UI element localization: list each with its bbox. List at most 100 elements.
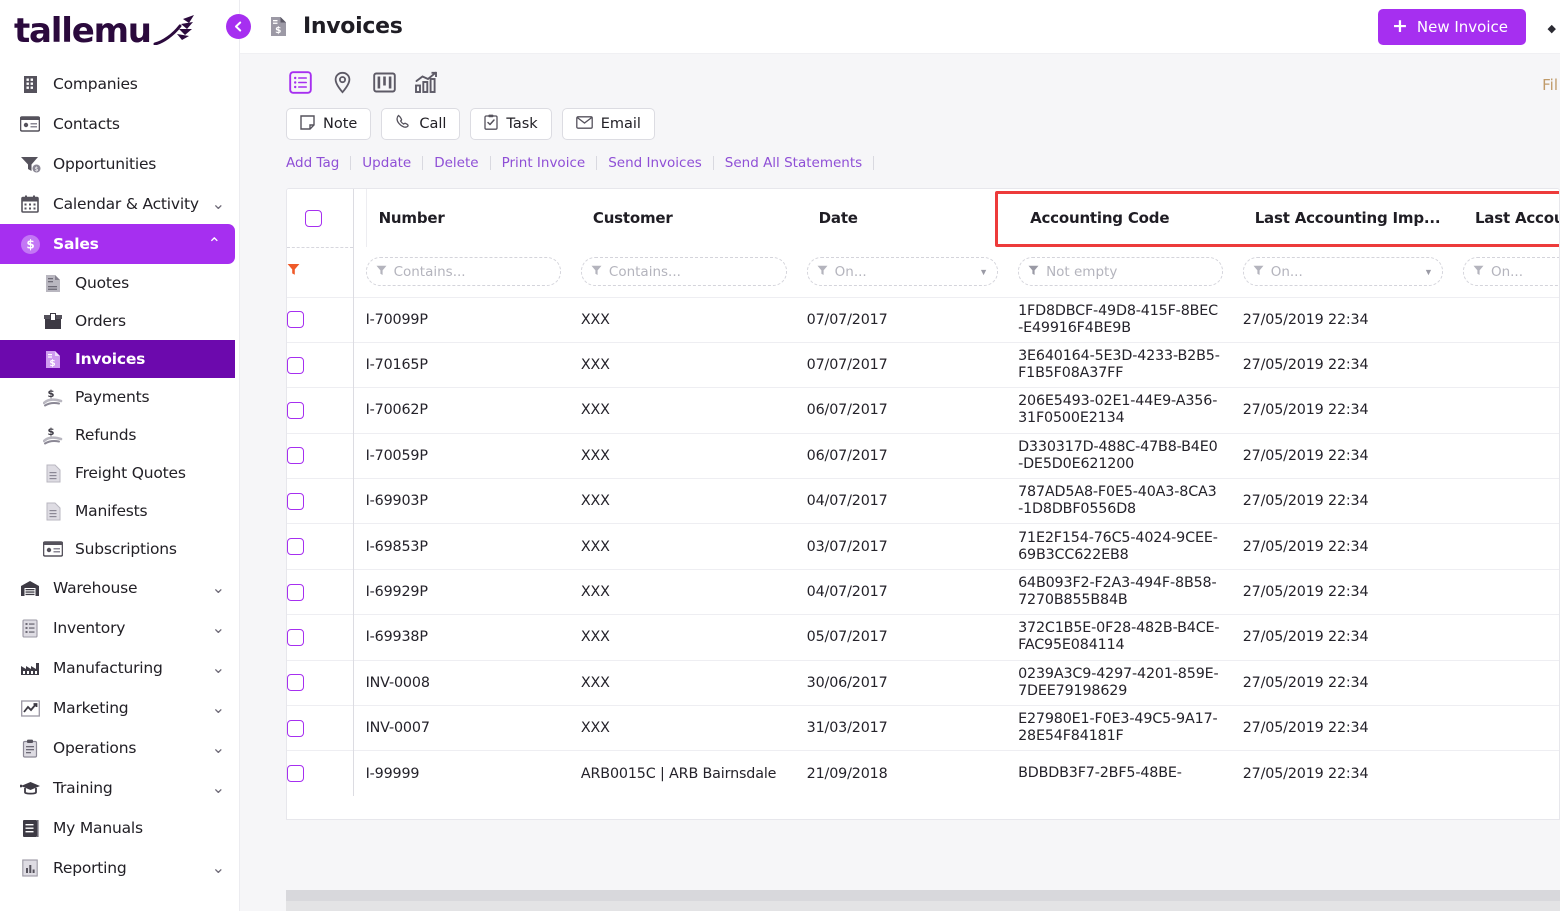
row-checkbox[interactable] xyxy=(287,583,304,601)
table-row[interactable]: I-70165P XXX 07/07/2017 3E640164-5E3D-4233-… xyxy=(287,341,1559,388)
task-button[interactable]: Task xyxy=(470,108,552,140)
chevron-down-icon[interactable]: ⌄ xyxy=(212,578,225,598)
row-select-cell[interactable] xyxy=(287,659,354,706)
sidebar-item-quotes[interactable]: Quotes xyxy=(0,264,239,302)
chevron-down-icon[interactable]: ⌄ xyxy=(212,858,225,878)
column-header-customer[interactable]: Customer xyxy=(568,189,795,247)
filter-input-customer[interactable]: Contains... xyxy=(580,257,787,287)
row-checkbox[interactable] xyxy=(287,538,304,556)
link-print-invoice[interactable]: Print Invoice xyxy=(491,155,597,171)
sidebar-item-invoices[interactable]: $ Invoices xyxy=(0,340,235,378)
link-send-invoices[interactable]: Send Invoices xyxy=(597,155,713,171)
row-checkbox[interactable] xyxy=(287,492,304,510)
sidebar-item-calendar-activity[interactable]: Calendar & Activity ⌄ xyxy=(0,184,239,224)
chevron-down-icon[interactable]: ⌄ xyxy=(212,194,225,214)
sidebar-item-companies[interactable]: Companies xyxy=(0,64,239,104)
filter-cell-last-accounting-import[interactable]: On... ▼ xyxy=(1230,247,1451,297)
filter-cell-last-accounting-export[interactable]: On... ▼ xyxy=(1450,247,1559,297)
sidebar-item-freight-quotes[interactable]: Freight Quotes xyxy=(0,454,239,492)
table-row[interactable]: I-70059P XXX 06/07/2017 D330317D-488C-47B8-… xyxy=(287,432,1559,479)
chevron-up-icon[interactable]: ⌃ xyxy=(208,234,221,254)
row-checkbox[interactable] xyxy=(287,674,304,692)
row-select-cell[interactable] xyxy=(287,568,354,615)
sidebar-item-refunds[interactable]: $ Refunds xyxy=(0,416,239,454)
sidebar-item-reporting[interactable]: Reporting ⌄ xyxy=(0,848,239,888)
column-header-last-accounting-import[interactable]: Last Accounting Imp... xyxy=(1230,189,1451,247)
row-select-cell[interactable] xyxy=(287,750,354,797)
row-checkbox[interactable] xyxy=(287,447,304,465)
call-button[interactable]: Call xyxy=(381,108,461,140)
brand-logo[interactable]: tallemu xyxy=(0,0,239,56)
column-header-number[interactable]: Number xyxy=(353,189,569,247)
table-row[interactable]: I-69853P XXX 03/07/2017 71E2F154-76C5-4024-… xyxy=(287,523,1559,570)
filter-input-last-accounting-import[interactable]: On... ▼ xyxy=(1242,257,1443,287)
filter-toggle-cell[interactable] xyxy=(287,247,354,297)
chevron-down-icon[interactable]: ⌄ xyxy=(212,658,225,678)
chevron-down-icon[interactable]: ▼ xyxy=(1424,267,1433,277)
kanban-view-icon[interactable] xyxy=(370,68,398,96)
table-row[interactable]: I-70099P XXX 07/07/2017 1FD8DBCF-49D8-415F-… xyxy=(287,296,1559,343)
sidebar-item-manifests[interactable]: Manifests xyxy=(0,492,239,530)
sidebar-item-my-manuals[interactable]: My Manuals xyxy=(0,808,239,848)
filter-cell-date[interactable]: On... ▼ xyxy=(794,247,1007,297)
filter-funnel-icon[interactable] xyxy=(287,263,300,280)
chart-view-icon[interactable] xyxy=(412,68,440,96)
sidebar-item-inventory[interactable]: Inventory ⌄ xyxy=(0,608,239,648)
sidebar-collapse-button[interactable] xyxy=(226,14,251,39)
table-row[interactable]: INV-0007 XXX 31/03/2017 E27980E1-F0E3-49C5-… xyxy=(287,705,1559,751)
select-all-checkbox[interactable] xyxy=(305,209,322,227)
sidebar-item-subscriptions[interactable]: Subscriptions xyxy=(0,530,239,568)
map-view-icon[interactable] xyxy=(328,68,356,96)
row-select-cell[interactable] xyxy=(287,614,354,661)
sidebar-item-opportunities[interactable]: $ Opportunities xyxy=(0,144,239,184)
note-button[interactable]: Note xyxy=(286,108,372,140)
row-checkbox[interactable] xyxy=(287,719,304,737)
row-checkbox[interactable] xyxy=(287,356,304,374)
row-checkbox[interactable] xyxy=(287,401,304,419)
sidebar-item-orders[interactable]: Orders xyxy=(0,302,239,340)
filters-link[interactable]: Fil xyxy=(1542,76,1558,94)
filter-cell-accounting-code[interactable]: Not empty xyxy=(1006,247,1231,297)
horizontal-scrollbar[interactable] xyxy=(286,890,1560,901)
new-invoice-button[interactable]: + New Invoice xyxy=(1377,8,1526,45)
table-row[interactable]: I-99999 ARB0015C | ARB Bairnsdale 21/09/20… xyxy=(287,750,1559,797)
filter-input-number[interactable]: Contains... xyxy=(365,257,561,287)
row-select-cell[interactable] xyxy=(287,296,354,343)
filter-input-last-accounting-export[interactable]: On... ▼ xyxy=(1462,257,1559,287)
chevron-down-icon[interactable]: ⌄ xyxy=(212,618,225,638)
filter-cell-number[interactable]: Contains... xyxy=(353,247,569,297)
table-row[interactable]: INV-0008 XXX 30/06/2017 0239A3C9-4297-4201-… xyxy=(287,659,1559,706)
sidebar-item-marketing[interactable]: Marketing ⌄ xyxy=(0,688,239,728)
row-select-cell[interactable] xyxy=(287,387,354,434)
table-row[interactable]: I-69929P XXX 04/07/2017 64B093F2-F2A3-494F-… xyxy=(287,568,1559,615)
row-checkbox[interactable] xyxy=(287,311,304,329)
table-row[interactable]: I-69938P XXX 05/07/2017 372C1B5E-0F28-482B-… xyxy=(287,614,1559,661)
overflow-menu-icon[interactable]: ◆ xyxy=(1548,22,1556,35)
filter-input-accounting-code[interactable]: Not empty xyxy=(1018,257,1223,287)
column-header-accounting-code[interactable]: Accounting Code xyxy=(1006,189,1231,247)
sidebar-item-operations[interactable]: Operations ⌄ xyxy=(0,728,239,768)
row-checkbox[interactable] xyxy=(287,628,304,646)
sidebar-item-manufacturing[interactable]: Manufacturing ⌄ xyxy=(0,648,239,688)
row-select-cell[interactable] xyxy=(287,341,354,388)
sidebar-item-training[interactable]: Training ⌄ xyxy=(0,768,239,808)
chevron-down-icon[interactable]: ▼ xyxy=(979,267,988,277)
chevron-down-icon[interactable]: ⌄ xyxy=(212,778,225,798)
row-select-cell[interactable] xyxy=(287,432,354,479)
row-select-cell[interactable] xyxy=(287,523,354,570)
table-row[interactable]: I-70062P XXX 06/07/2017 206E5493-02E1-44E9-… xyxy=(287,387,1559,434)
row-select-cell[interactable] xyxy=(287,705,354,751)
sidebar-item-warehouse[interactable]: Warehouse ⌄ xyxy=(0,568,239,608)
column-header-last-accounting-export[interactable]: Last Accounting Exp... xyxy=(1450,189,1559,247)
sidebar-item-payments[interactable]: $ Payments xyxy=(0,378,239,416)
filter-cell-customer[interactable]: Contains... xyxy=(568,247,795,297)
link-add-tag[interactable]: Add Tag xyxy=(286,155,350,171)
link-update[interactable]: Update xyxy=(351,155,422,171)
column-header-date[interactable]: Date xyxy=(794,189,1007,247)
email-button[interactable]: Email xyxy=(561,108,655,140)
table-row[interactable]: I-69903P XXX 04/07/2017 787AD5A8-F0E5-40A3-… xyxy=(287,478,1559,524)
sidebar-item-contacts[interactable]: Contacts xyxy=(0,104,239,144)
list-view-icon[interactable] xyxy=(286,68,314,96)
sidebar-item-sales[interactable]: $ Sales ⌃ xyxy=(0,224,235,264)
link-delete[interactable]: Delete xyxy=(423,155,489,171)
